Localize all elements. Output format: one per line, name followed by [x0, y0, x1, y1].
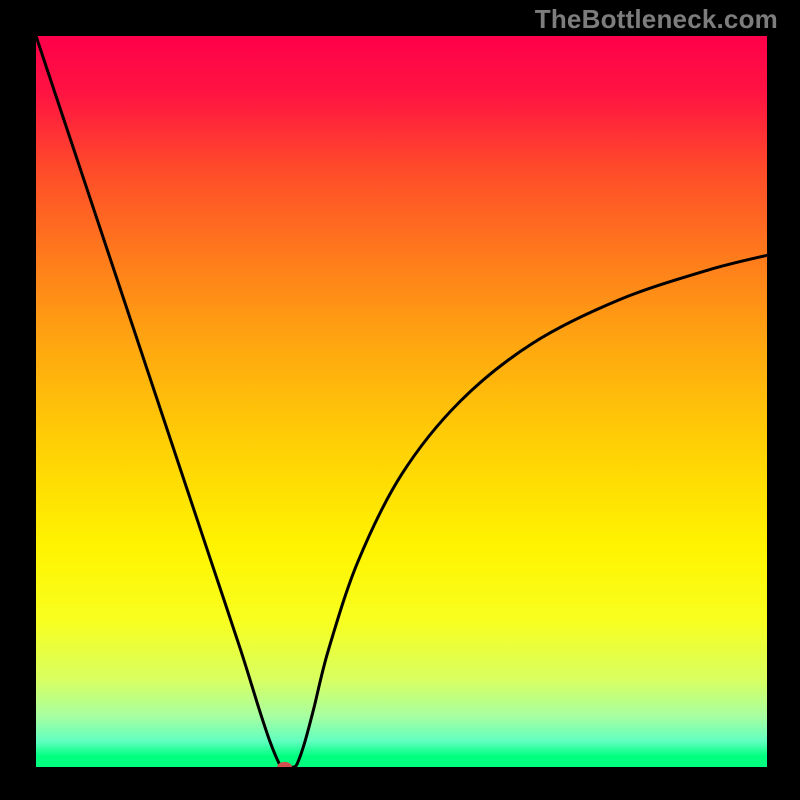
- plot-background: [36, 36, 767, 767]
- chart-canvas: [0, 0, 800, 800]
- watermark: TheBottleneck.com: [535, 4, 778, 35]
